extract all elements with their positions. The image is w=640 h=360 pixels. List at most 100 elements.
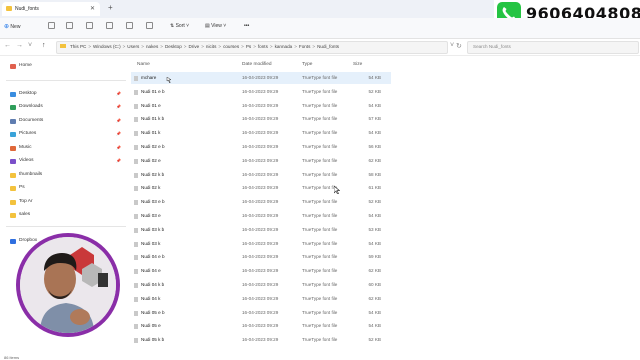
breadcrumb-separator[interactable]: > — [294, 44, 297, 49]
breadcrumb-item[interactable]: Users — [127, 44, 139, 49]
back-icon[interactable]: ← — [4, 42, 11, 49]
breadcrumb-item[interactable]: This PC — [70, 44, 86, 49]
file-row[interactable]: Nudi 03 k b 16-04-2023 09:29 TrueType font… — [131, 224, 391, 236]
file-row[interactable]: Nudi 03 k 16-04-2023 09:29 TrueType font f… — [131, 238, 391, 250]
file-name: Nudi 03 e — [141, 213, 161, 218]
column-header-type[interactable]: Type — [302, 62, 312, 67]
file-row[interactable]: Nudi 04 k 16-04-2023 09:29 TrueType font f… — [131, 293, 391, 305]
address-bar[interactable]: This PC > Windows (C:) > Users > nakes > Desktop… — [56, 41, 448, 54]
sidebar-item-desktop[interactable]: Desktop 📌 — [0, 90, 130, 101]
file-row[interactable]: Nudi 01 e b 16-04-2023 09:29 TrueType font… — [131, 86, 391, 98]
sidebar-item-music[interactable]: Music 📌 — [0, 144, 130, 155]
column-header-size[interactable]: Size — [353, 62, 362, 67]
copy-icon[interactable] — [66, 22, 73, 29]
file-row[interactable]: Nudi 05 e 16-04-2023 09:29 TrueType font f… — [131, 320, 391, 332]
recent-icon[interactable]: ˅ — [28, 42, 32, 49]
file-type: TrueType font file — [302, 295, 338, 301]
file-date-modified: 16-04-2023 09:29 — [242, 116, 279, 122]
font-file-icon — [134, 296, 138, 302]
breadcrumb-separator[interactable]: > — [241, 44, 244, 49]
file-row[interactable]: Nudi 05 k b 16-04-2023 09:29 TrueType font… — [131, 334, 391, 346]
tab-nudi-fonts[interactable]: Nudi_fonts ✕ — [2, 2, 100, 16]
breadcrumb-separator[interactable]: > — [201, 44, 204, 49]
sort-button[interactable]: ⇅ Sort ˅ — [170, 23, 189, 29]
file-row[interactable]: Nudi 02 k 16-04-2023 09:29 TrueType font f… — [131, 182, 391, 194]
sidebar-item-top-ar[interactable]: Top Ar — [0, 198, 130, 209]
share-icon[interactable] — [126, 22, 133, 29]
rename-icon[interactable] — [106, 22, 113, 29]
breadcrumb-separator[interactable]: > — [141, 44, 144, 49]
view-button[interactable]: ▤ View ˅ — [205, 23, 226, 29]
breadcrumb-item[interactable]: Nudi_fonts — [317, 44, 339, 49]
breadcrumb-item[interactable]: kannada — [275, 44, 293, 49]
close-icon[interactable]: ✕ — [90, 5, 95, 12]
breadcrumb-item[interactable]: Windows (C:) — [93, 44, 121, 49]
file-row[interactable]: Nudi 03 e 16-04-2023 09:29 TrueType font f… — [131, 210, 391, 222]
font-file-icon — [134, 269, 138, 275]
file-row[interactable]: Nudi 04 e 16-04-2023 09:29 TrueType font f… — [131, 265, 391, 277]
sidebar-item-label: Music — [19, 145, 32, 150]
breadcrumb-separator[interactable]: > — [270, 44, 273, 49]
breadcrumb-separator[interactable]: > — [253, 44, 256, 49]
breadcrumb-item[interactable]: nicits — [206, 44, 216, 49]
breadcrumb-separator[interactable]: > — [88, 44, 91, 49]
column-header-date[interactable]: Date modified — [242, 62, 272, 67]
file-row[interactable]: Nudi 05 e b 16-04-2023 09:29 TrueType font… — [131, 307, 391, 319]
breadcrumb-item[interactable]: Drive — [188, 44, 199, 49]
file-row[interactable]: Nudi 02 e b 16-04-2023 09:29 TrueType font… — [131, 141, 391, 153]
file-date-modified: 16-04-2023 09:29 — [242, 75, 279, 80]
file-row[interactable]: Nudi 01 e 16-04-2023 09:29 TrueType font f… — [131, 100, 391, 112]
breadcrumb-separator[interactable]: > — [123, 44, 126, 49]
new-tab-button[interactable]: + — [108, 3, 113, 12]
sidebar-item-label: Home — [19, 63, 32, 68]
file-date-modified: 16-04-2023 09:29 — [242, 144, 279, 149]
breadcrumb-item[interactable]: Fonts — [299, 44, 311, 49]
file-date-modified: 16-04-2023 09:29 — [242, 295, 279, 301]
breadcrumb-item[interactable]: nakes — [146, 44, 158, 49]
new-button[interactable]: ⊕ New — [4, 23, 20, 30]
folder-icon — [10, 200, 16, 205]
refresh-icon[interactable]: ↻ — [456, 42, 462, 50]
file-type: TrueType font file — [302, 88, 338, 94]
breadcrumb-separator[interactable]: > — [312, 44, 315, 49]
breadcrumb-separator[interactable]: > — [160, 44, 163, 49]
sidebar-item-pictures[interactable]: Pictures 📌 — [0, 130, 130, 141]
sidebar-item-thumbnails[interactable]: thumbnails — [0, 171, 130, 182]
file-type: TrueType font file — [302, 337, 338, 343]
search-input[interactable]: Search Nudi_fonts — [467, 41, 639, 54]
file-size: 54 KB — [368, 213, 381, 218]
file-row[interactable]: Nudi 04 e b 16-04-2023 09:29 TrueType font… — [131, 251, 391, 263]
file-row[interactable]: Nudi 01 k b 16-04-2023 09:29 TrueType font… — [131, 113, 391, 125]
breadcrumb-separator[interactable]: > — [184, 44, 187, 49]
file-row[interactable]: Nudi 01 k 16-04-2023 09:29 TrueType font f… — [131, 127, 391, 139]
file-type: TrueType font file — [302, 240, 338, 246]
up-icon[interactable]: ↑ — [42, 42, 46, 49]
file-row[interactable]: Nudi 02 k b 16-04-2023 09:29 TrueType font… — [131, 169, 391, 181]
file-row[interactable]: Nudi 04 k b 16-04-2023 09:29 TrueType font… — [131, 279, 391, 291]
sidebar-item-home[interactable]: Home — [0, 62, 130, 73]
more-options-button[interactable]: ••• — [244, 23, 249, 29]
breadcrumb-separator[interactable]: > — [218, 44, 221, 49]
file-row[interactable]: Nudi 02 e 16-04-2023 09:29 TrueType font f… — [131, 155, 391, 167]
sidebar-item-ps[interactable]: Ps — [0, 184, 130, 195]
file-size: 54 KB — [368, 102, 381, 108]
column-header-name[interactable]: Name — [137, 62, 150, 67]
forward-icon[interactable]: → — [16, 42, 23, 49]
command-bar: ⊕ New ⇅ Sort ˅ ▤ View ˅ ••• — [0, 18, 640, 39]
address-chevron-icon[interactable]: ˅ — [450, 42, 454, 49]
sidebar-item-videos[interactable]: Videos 📌 — [0, 157, 130, 168]
file-row[interactable]: Nudi 03 e b 16-04-2023 09:29 TrueType font… — [131, 196, 391, 208]
breadcrumb-item[interactable]: Ps — [246, 44, 251, 49]
paste-icon[interactable] — [86, 22, 93, 29]
sidebar-item-downloads[interactable]: Downloads 📌 — [0, 103, 130, 114]
sidebar-item-documents[interactable]: Documents 📌 — [0, 117, 130, 128]
breadcrumb-item[interactable]: Desktop — [165, 44, 182, 49]
file-type: TrueType font file — [302, 254, 338, 260]
sidebar-item-sales[interactable]: sales — [0, 211, 130, 222]
breadcrumb[interactable]: This PC > Windows (C:) > Users > nakes > Desktop… — [70, 44, 339, 49]
breadcrumb-item[interactable]: courses — [223, 44, 239, 49]
file-type: TrueType font file — [302, 157, 338, 163]
delete-icon[interactable] — [146, 22, 153, 29]
cut-icon[interactable] — [48, 22, 55, 29]
breadcrumb-item[interactable]: fonts — [258, 44, 268, 49]
